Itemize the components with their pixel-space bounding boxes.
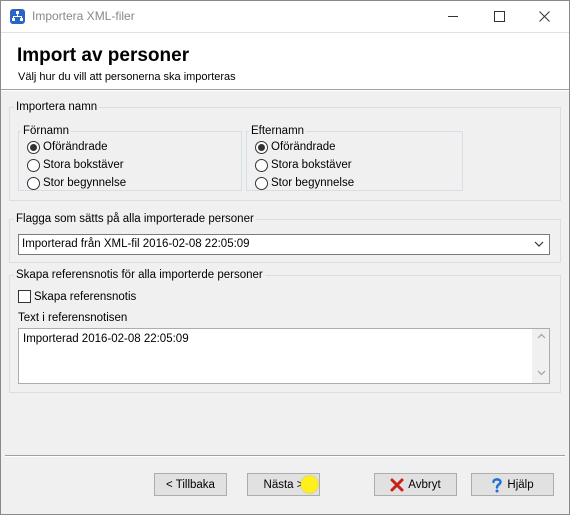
radio-button[interactable] (255, 158, 268, 172)
create-reference-note-option[interactable]: Skapa referensnotis (18, 290, 136, 303)
first-name-option-capitalize[interactable]: Stor begynnelse (27, 175, 126, 191)
cancel-button[interactable]: Avbryt (374, 473, 457, 496)
import-names-group: Importera namn Förnamn Oförändrade Stora… (9, 101, 561, 201)
reference-note-group-label: Skapa referensnotis för alla importerde … (16, 269, 263, 281)
option-label: Stora bokstäver (271, 159, 352, 171)
question-mark-icon (492, 477, 503, 492)
wizard-content: Importera namn Förnamn Oförändrade Stora… (1, 91, 569, 455)
scroll-up-icon[interactable] (537, 333, 546, 339)
last-name-label: Efternamn (251, 125, 305, 137)
title-bar[interactable]: Importera XML-filer (1, 1, 569, 32)
radio-button[interactable] (255, 176, 268, 190)
last-name-option-unchanged[interactable]: Oförändrade (255, 139, 336, 155)
option-label: Oförändrade (271, 141, 336, 153)
close-button[interactable] (522, 1, 567, 32)
help-button-label: Hjälp (507, 478, 534, 491)
minimize-icon (448, 16, 458, 17)
flag-dropdown[interactable]: Importerad från XML-fil 2016-02-08 22:05… (18, 234, 550, 255)
vertical-scrollbar[interactable] (532, 329, 549, 383)
window-title: Importera XML-filer (32, 9, 135, 23)
radio-button[interactable] (27, 158, 40, 172)
option-label: Oförändrade (43, 141, 108, 153)
reference-text-label: Text i referensnotisen (18, 312, 128, 324)
footer-divider (5, 455, 565, 457)
close-icon (539, 11, 550, 22)
scroll-down-icon[interactable] (537, 370, 546, 376)
maximize-button[interactable] (477, 1, 522, 32)
last-name-option-capitalize[interactable]: Stor begynnelse (255, 175, 354, 191)
radio-button[interactable] (27, 140, 40, 154)
first-name-option-unchanged[interactable]: Oförändrade (27, 139, 108, 155)
last-name-option-uppercase[interactable]: Stora bokstäver (255, 157, 352, 173)
flag-group-label: Flagga som sätts på alla importerade per… (16, 213, 254, 225)
import-names-label: Importera namn (16, 101, 98, 113)
wizard-header: Import av personer Välj hur du vill att … (1, 32, 569, 89)
first-name-option-uppercase[interactable]: Stora bokstäver (27, 157, 124, 173)
app-icon (10, 9, 25, 24)
radio-button[interactable] (255, 140, 268, 154)
chevron-down-icon (534, 241, 544, 247)
red-x-icon (390, 478, 404, 491)
checkbox-label: Skapa referensnotis (34, 290, 137, 303)
first-name-label: Förnamn (23, 125, 70, 137)
help-button[interactable]: Hjälp (471, 473, 554, 496)
page-title: Import av personer (17, 45, 190, 66)
cursor-highlight (301, 476, 318, 493)
option-label: Stora bokstäver (43, 159, 124, 171)
dialog-window: Importera XML-filer Import av personer V… (0, 0, 570, 515)
flag-dropdown-value: Importerad från XML-fil 2016-02-08 22:05… (22, 238, 250, 250)
reference-text-value: Importerad 2016-02-08 22:05:09 (23, 333, 189, 345)
minimize-button[interactable] (431, 1, 476, 32)
back-button-label: < Tillbaka (166, 478, 215, 491)
radio-button[interactable] (27, 176, 40, 190)
page-subtitle: Välj hur du vill att personerna ska impo… (18, 71, 236, 83)
last-name-group: Efternamn Oförändrade Stora bokstäver St… (246, 125, 463, 191)
back-button[interactable]: < Tillbaka (154, 473, 227, 496)
next-button-label: Nästa > (263, 478, 304, 491)
option-label: Stor begynnelse (271, 177, 355, 189)
cancel-button-label: Avbryt (408, 478, 441, 491)
maximize-icon (494, 11, 505, 22)
reference-text-field[interactable]: Importerad 2016-02-08 22:05:09 (18, 328, 550, 384)
create-reference-note-checkbox[interactable] (18, 290, 31, 303)
first-name-group: Förnamn Oförändrade Stora bokstäver Stor… (18, 125, 242, 191)
option-label: Stor begynnelse (43, 177, 127, 189)
